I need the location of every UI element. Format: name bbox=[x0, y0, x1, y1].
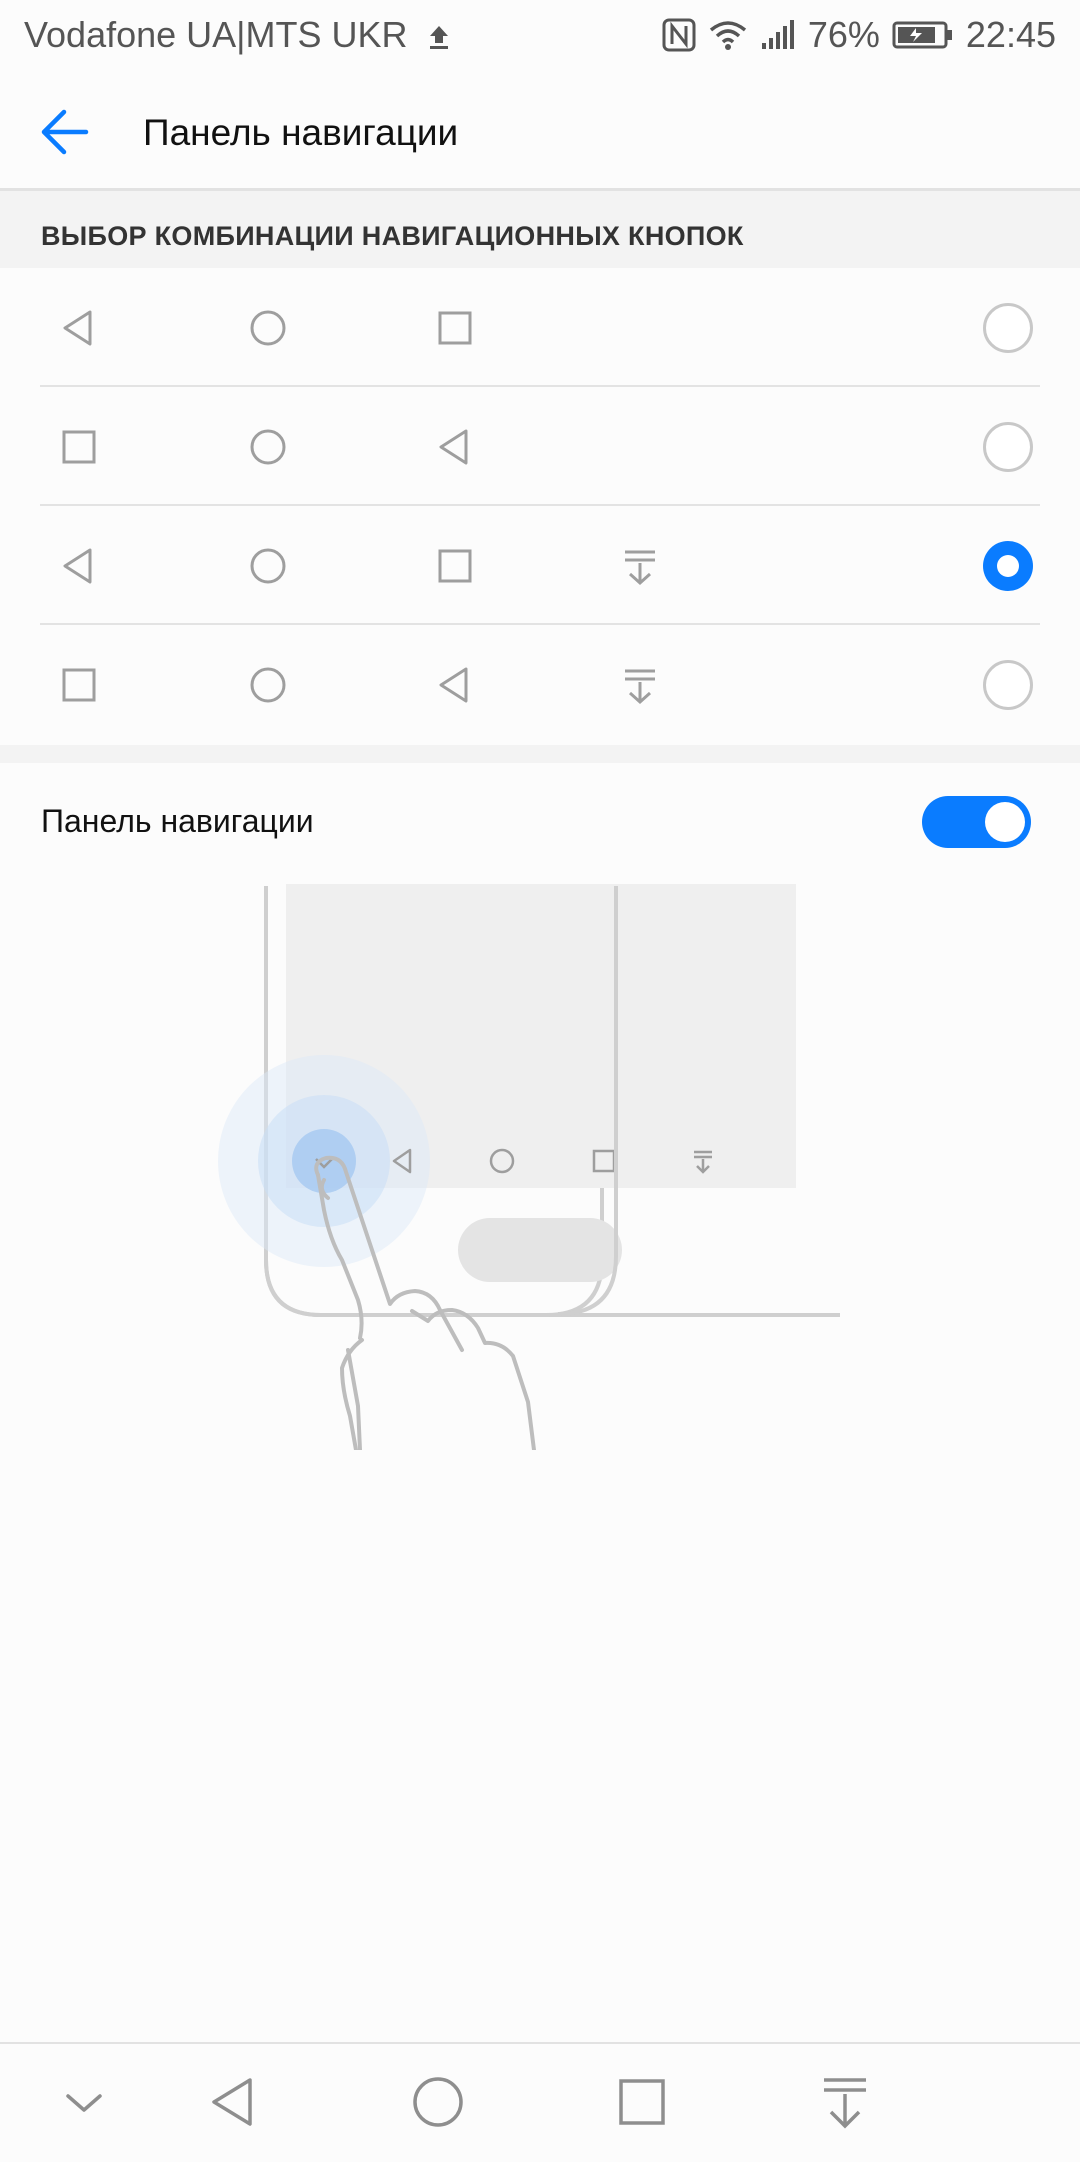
carrier-label: Vodafone UA|MTS UKR bbox=[24, 14, 452, 56]
combination-option-4[interactable] bbox=[0, 625, 1080, 744]
carrier-text: Vodafone UA|MTS UKR bbox=[24, 14, 408, 55]
recent-key-icon bbox=[62, 668, 96, 702]
option-radio-1[interactable] bbox=[983, 303, 1033, 353]
notifications-key-icon bbox=[625, 669, 655, 705]
page-title: Панель навигации bbox=[143, 112, 459, 153]
combination-option-3[interactable] bbox=[0, 506, 1080, 625]
back-key-icon bbox=[439, 429, 468, 465]
battery-icon bbox=[892, 20, 954, 50]
recent-key-icon bbox=[438, 549, 472, 583]
home-nav-icon[interactable] bbox=[408, 2072, 468, 2132]
home-key-icon bbox=[250, 667, 286, 703]
clock: 22:45 bbox=[965, 14, 1056, 55]
wifi-icon bbox=[708, 19, 748, 51]
combination-option-1[interactable] bbox=[0, 268, 1080, 387]
combination-list bbox=[0, 268, 1080, 745]
section-header: ВЫБОР КОМБИНАЦИИ НАВИГАЦИОННЫХ КНОПОК bbox=[0, 191, 1080, 268]
navigation-bar-toggle[interactable] bbox=[922, 796, 1031, 848]
option-radio-3[interactable] bbox=[983, 541, 1033, 591]
section-gap bbox=[0, 745, 1080, 763]
toggle-knob bbox=[985, 802, 1025, 842]
recent-key-icon bbox=[438, 311, 472, 345]
hide-bar-icon[interactable] bbox=[54, 2072, 114, 2132]
combination-option-2[interactable] bbox=[0, 387, 1080, 506]
back-nav-icon[interactable] bbox=[204, 2072, 264, 2132]
option-radio-4[interactable] bbox=[983, 660, 1033, 710]
recent-nav-icon[interactable] bbox=[612, 2072, 672, 2132]
option-radio-2[interactable] bbox=[983, 422, 1033, 472]
back-key-icon bbox=[63, 310, 92, 346]
home-key-icon bbox=[250, 548, 286, 584]
nfc-icon bbox=[662, 18, 696, 52]
home-key-icon bbox=[250, 429, 286, 465]
notifications-key-icon bbox=[625, 550, 655, 586]
status-bar: Vodafone UA|MTS UKR 76% 22:45 bbox=[0, 0, 1080, 76]
notifications-nav-icon[interactable] bbox=[815, 2072, 875, 2132]
arrow-left-icon bbox=[41, 109, 89, 155]
status-icons: 76% 22:45 bbox=[662, 14, 1056, 56]
back-key-icon bbox=[63, 548, 92, 584]
app-bar: Панель навигации bbox=[0, 76, 1080, 191]
recent-key-icon bbox=[62, 430, 96, 464]
upload-icon bbox=[426, 23, 452, 51]
system-navigation-bar bbox=[0, 2042, 1080, 2162]
home-key-icon bbox=[250, 310, 286, 346]
signal-icon bbox=[760, 19, 796, 51]
back-key-icon bbox=[439, 667, 468, 703]
section-header-text: ВЫБОР КОМБИНАЦИИ НАВИГАЦИОННЫХ КНОПОК bbox=[41, 221, 744, 251]
phone-frame-right bbox=[557, 886, 618, 1316]
back-button[interactable] bbox=[36, 104, 102, 160]
battery-text: 76% bbox=[807, 14, 880, 55]
navigation-bar-toggle-label: Панель навигации bbox=[41, 803, 314, 839]
